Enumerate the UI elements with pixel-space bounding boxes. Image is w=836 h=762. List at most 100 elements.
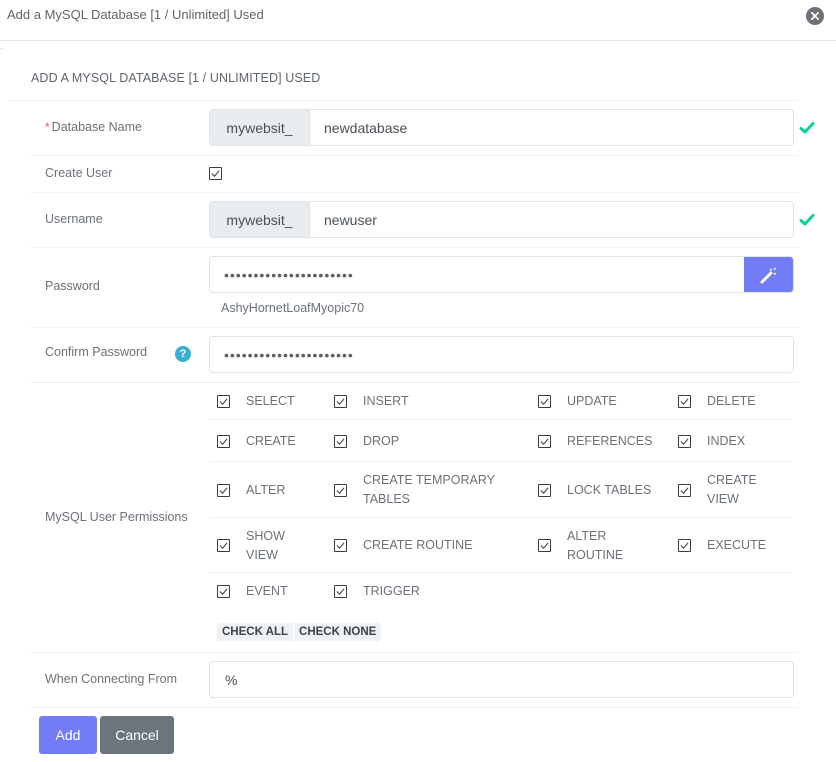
permission-checkbox[interactable] — [217, 483, 230, 497]
permission-label: SELECT — [246, 394, 295, 408]
permissions-grid: SELECT INSERT UPDATE DELETE CREATE DROP REFERE… — [209, 383, 792, 653]
permission-show-view[interactable]: SHOW VIEW — [217, 518, 306, 573]
check-all-button[interactable]: CHECK ALL — [217, 623, 294, 641]
database-prefix: mywebsit_ — [210, 110, 310, 145]
add-button[interactable]: Add — [39, 716, 97, 754]
permission-select[interactable]: SELECT — [217, 383, 295, 420]
database-name-label-text: Database Name — [51, 120, 142, 134]
permission-checkbox[interactable] — [678, 395, 691, 408]
permission-label: EVENT — [246, 584, 288, 598]
dialog-header: Add a MySQL Database [1 / Unlimited] Use… — [0, 0, 836, 41]
permission-checkbox[interactable] — [678, 434, 691, 448]
permission-checkbox[interactable] — [538, 395, 551, 408]
permission-label: INSERT — [363, 394, 409, 408]
close-button[interactable] — [806, 7, 824, 25]
permission-alter-routine[interactable]: ALTER ROUTINE — [538, 518, 637, 573]
permission-checkbox[interactable] — [334, 585, 347, 598]
database-name-label: * Database Name — [45, 120, 142, 134]
create-user-row: Create User — [31, 156, 798, 193]
permission-label: ALTER — [246, 482, 286, 497]
dialog-title: Add a MySQL Database [1 / Unlimited] Use… — [7, 7, 264, 22]
permission-index[interactable]: INDEX — [678, 420, 745, 462]
check-none-button[interactable]: CHECK NONE — [294, 623, 382, 641]
permission-checkbox[interactable] — [334, 434, 347, 448]
confirm-password-label: Confirm Password — [45, 345, 148, 359]
permission-checkbox[interactable] — [334, 395, 347, 408]
permissions-row-1: SELECT INSERT UPDATE DELETE — [209, 383, 792, 420]
create-user-checkbox[interactable] — [209, 167, 222, 180]
permission-label: UPDATE — [567, 394, 617, 408]
permissions-row-2: CREATE DROP REFERENCES INDEX — [209, 420, 792, 462]
permission-create-view[interactable]: CREATE VIEW — [678, 462, 767, 518]
permission-label: CREATE VIEW — [707, 473, 757, 506]
permission-event[interactable]: EVENT — [217, 582, 288, 601]
connecting-from-input[interactable] — [210, 662, 793, 697]
password-label: Password — [45, 279, 100, 293]
permission-checkbox[interactable] — [538, 434, 551, 448]
username-input[interactable] — [310, 202, 793, 237]
question-circle-icon[interactable]: ? — [175, 346, 191, 362]
permissions-row-4: SHOW VIEW CREATE ROUTINE ALTER ROUTINE EXEC… — [209, 518, 792, 573]
connecting-from-label: When Connecting From — [45, 672, 178, 686]
password-input[interactable]: •••••••••••••••••••••• — [210, 257, 744, 292]
permission-label: CREATE — [246, 433, 296, 448]
permission-label: CREATE ROUTINE — [363, 538, 473, 552]
cancel-button[interactable]: Cancel — [100, 716, 174, 754]
permission-label: EXECUTE — [707, 538, 767, 552]
permission-create[interactable]: CREATE — [217, 420, 296, 462]
permissions-label: MySQL User Permissions — [45, 510, 188, 524]
permission-alter[interactable]: ALTER — [217, 462, 285, 518]
permission-checkbox[interactable] — [334, 483, 347, 497]
permission-delete[interactable]: DELETE — [678, 383, 756, 420]
permission-trigger[interactable]: TRIGGER — [334, 582, 420, 601]
permission-label: TRIGGER — [363, 584, 420, 598]
confirm-password-input-group: •••••••••••••••••••••• — [209, 336, 794, 373]
permission-label: ALTER ROUTINE — [567, 528, 624, 562]
password-input-group: •••••••••••••••••••••• — [209, 256, 794, 293]
database-name-input-group: mywebsit_ — [209, 109, 794, 146]
confirm-password-input[interactable]: •••••••••••••••••••••• — [210, 337, 793, 372]
permission-checkbox[interactable] — [678, 539, 691, 552]
permissions-row-3: ALTER CREATE TEMPORARY TABLES LOCK TABLES C… — [209, 462, 792, 518]
permission-lock-tables[interactable]: LOCK TABLES — [538, 462, 651, 518]
permission-label: REFERENCES — [567, 433, 653, 448]
permissions-row-5: EVENT TRIGGER CHECK ALL CHECK NONE — [209, 573, 792, 653]
username-row: Username mywebsit_ — [31, 193, 798, 248]
permissions-row: MySQL User Permissions SELECT INSERT UPDAT… — [31, 383, 798, 653]
permission-checkbox[interactable] — [334, 539, 347, 552]
permission-label: SHOW VIEW — [246, 528, 285, 562]
permission-checkbox[interactable] — [538, 539, 551, 552]
username-prefix: mywebsit_ — [210, 202, 310, 237]
permission-insert[interactable]: INSERT — [334, 383, 409, 420]
permission-label: DROP — [363, 433, 400, 448]
confirm-password-row: Confirm Password ? •••••••••••••••••••••… — [31, 328, 798, 383]
permission-checkbox[interactable] — [217, 585, 230, 598]
connecting-from-input-group — [209, 661, 794, 698]
permission-drop[interactable]: DROP — [334, 420, 399, 462]
username-valid-icon — [799, 213, 815, 227]
divider — [0, 48, 3, 49]
permission-execute[interactable]: EXECUTE — [678, 518, 766, 573]
permission-checkbox[interactable] — [217, 395, 230, 408]
close-icon — [811, 12, 819, 20]
permission-create-temporary-tables[interactable]: CREATE TEMPORARY TABLES — [334, 462, 513, 518]
permission-label: CREATE TEMPORARY TABLES — [363, 473, 495, 506]
create-user-label: Create User — [45, 166, 113, 180]
database-name-input[interactable] — [310, 110, 793, 145]
permission-create-routine[interactable]: CREATE ROUTINE — [334, 518, 473, 573]
permission-checkbox[interactable] — [217, 539, 230, 552]
permission-checkbox[interactable] — [678, 483, 691, 497]
check-buttons: CHECK ALL CHECK NONE — [217, 622, 382, 641]
password-row: Password •••••••••••••••••••••• AshyHorn… — [31, 248, 798, 328]
generated-password-hint: AshyHornetLoafMyopic70 — [221, 301, 365, 315]
permission-checkbox[interactable] — [217, 434, 230, 448]
generate-password-button[interactable] — [744, 257, 793, 292]
connecting-from-row: When Connecting From — [31, 653, 798, 708]
username-input-group: mywebsit_ — [209, 201, 794, 238]
username-label: Username — [45, 212, 103, 226]
permission-checkbox[interactable] — [538, 483, 551, 497]
database-name-valid-icon — [799, 121, 815, 135]
permission-references[interactable]: REFERENCES — [538, 420, 652, 462]
permission-update[interactable]: UPDATE — [538, 383, 617, 420]
magic-wand-icon — [760, 267, 776, 283]
